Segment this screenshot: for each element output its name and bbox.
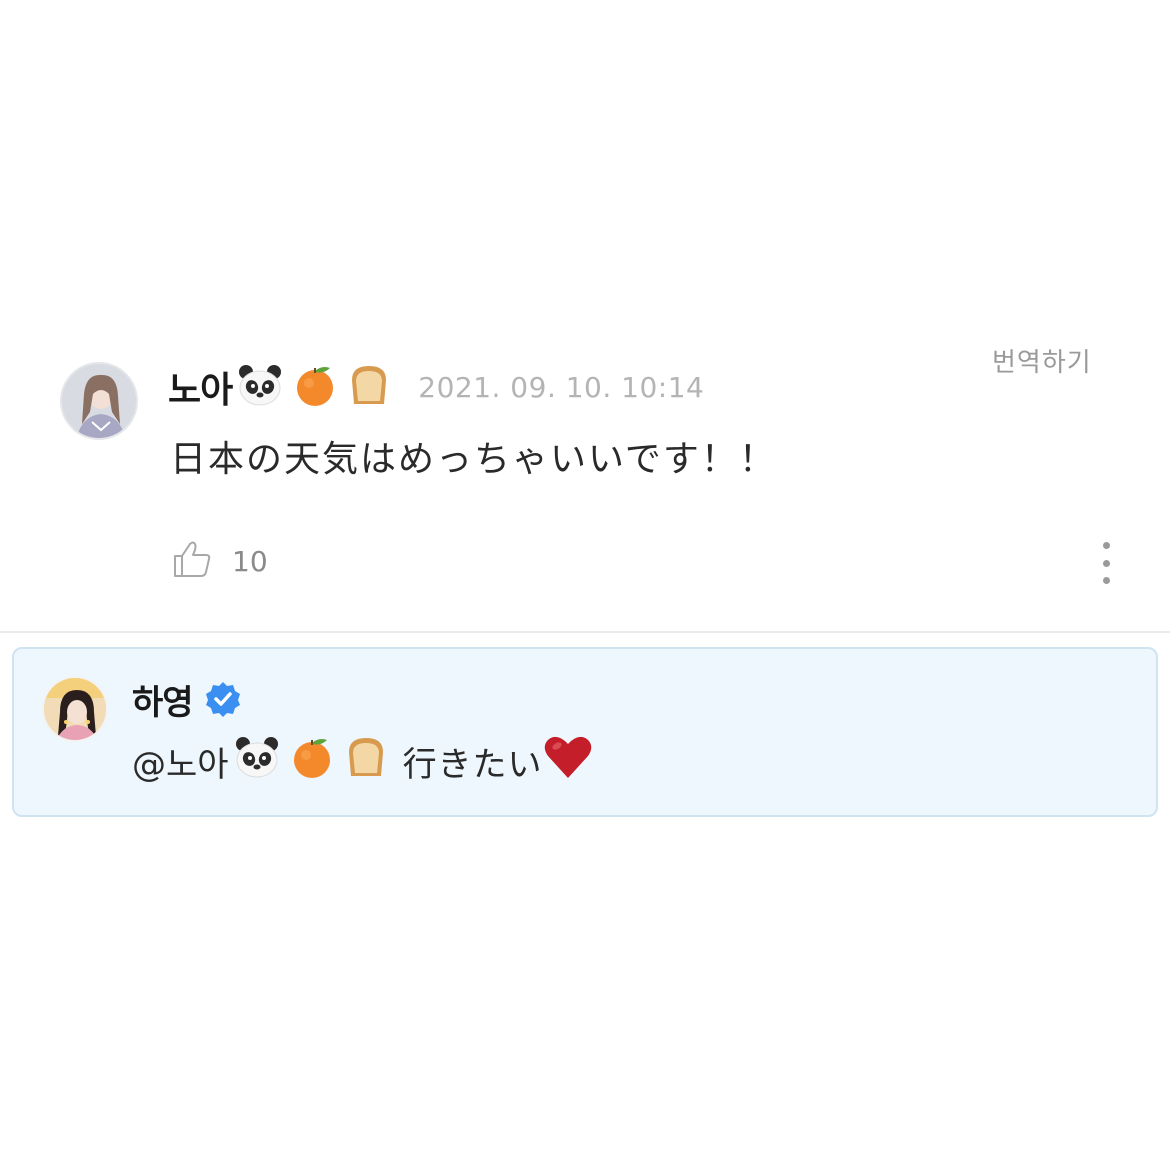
comment-item: 노아 2021. 09. 10. 10:14 번역하기 日本の天気はめっちゃいい…: [0, 0, 1170, 632]
comment-timestamp: 2021. 09. 10. 10:14: [418, 370, 705, 404]
comment-thread: 노아 2021. 09. 10. 10:14 번역하기 日本の天気はめっちゃいい…: [0, 0, 1170, 1170]
reply-item: [12, 647, 1158, 817]
verified-badge-icon: [205, 681, 241, 717]
more-dot-icon: [1102, 577, 1110, 584]
reply-body: 行きたい: [402, 744, 543, 785]
divider: [0, 631, 1170, 633]
orange-icon: [292, 362, 338, 412]
author-name[interactable]: 노아: [168, 361, 233, 413]
panda-icon: [233, 735, 281, 788]
thumbs-up-icon: [172, 539, 212, 583]
avatar-image: [62, 364, 136, 438]
reply-header: 하영: [132, 675, 241, 724]
reply-body-row: @노아 行きたい: [132, 736, 593, 786]
like-button[interactable]: 10: [172, 538, 268, 584]
mention-link[interactable]: @노아: [132, 737, 229, 786]
orange-icon: [289, 734, 335, 789]
comment-body: 日本の天気はめっちゃいいです！！: [170, 439, 777, 480]
more-dot-icon: [1102, 542, 1110, 549]
panda-icon: [236, 363, 284, 411]
comment-header: 노아 2021. 09. 10. 10:14: [168, 360, 704, 414]
more-dot-icon: [1102, 559, 1110, 567]
author-emojis: [236, 362, 400, 412]
bread-icon: [346, 362, 392, 412]
mention-emojis: [233, 734, 397, 789]
bread-icon: [343, 734, 389, 789]
like-count: 10: [232, 544, 268, 578]
avatar[interactable]: [60, 362, 138, 440]
reply-author-name[interactable]: 하영: [132, 675, 194, 724]
reply-avatar[interactable]: [42, 676, 108, 742]
more-options-button[interactable]: [1094, 542, 1118, 584]
heart-icon: [543, 734, 593, 789]
translate-button[interactable]: 번역하기: [992, 342, 1092, 379]
